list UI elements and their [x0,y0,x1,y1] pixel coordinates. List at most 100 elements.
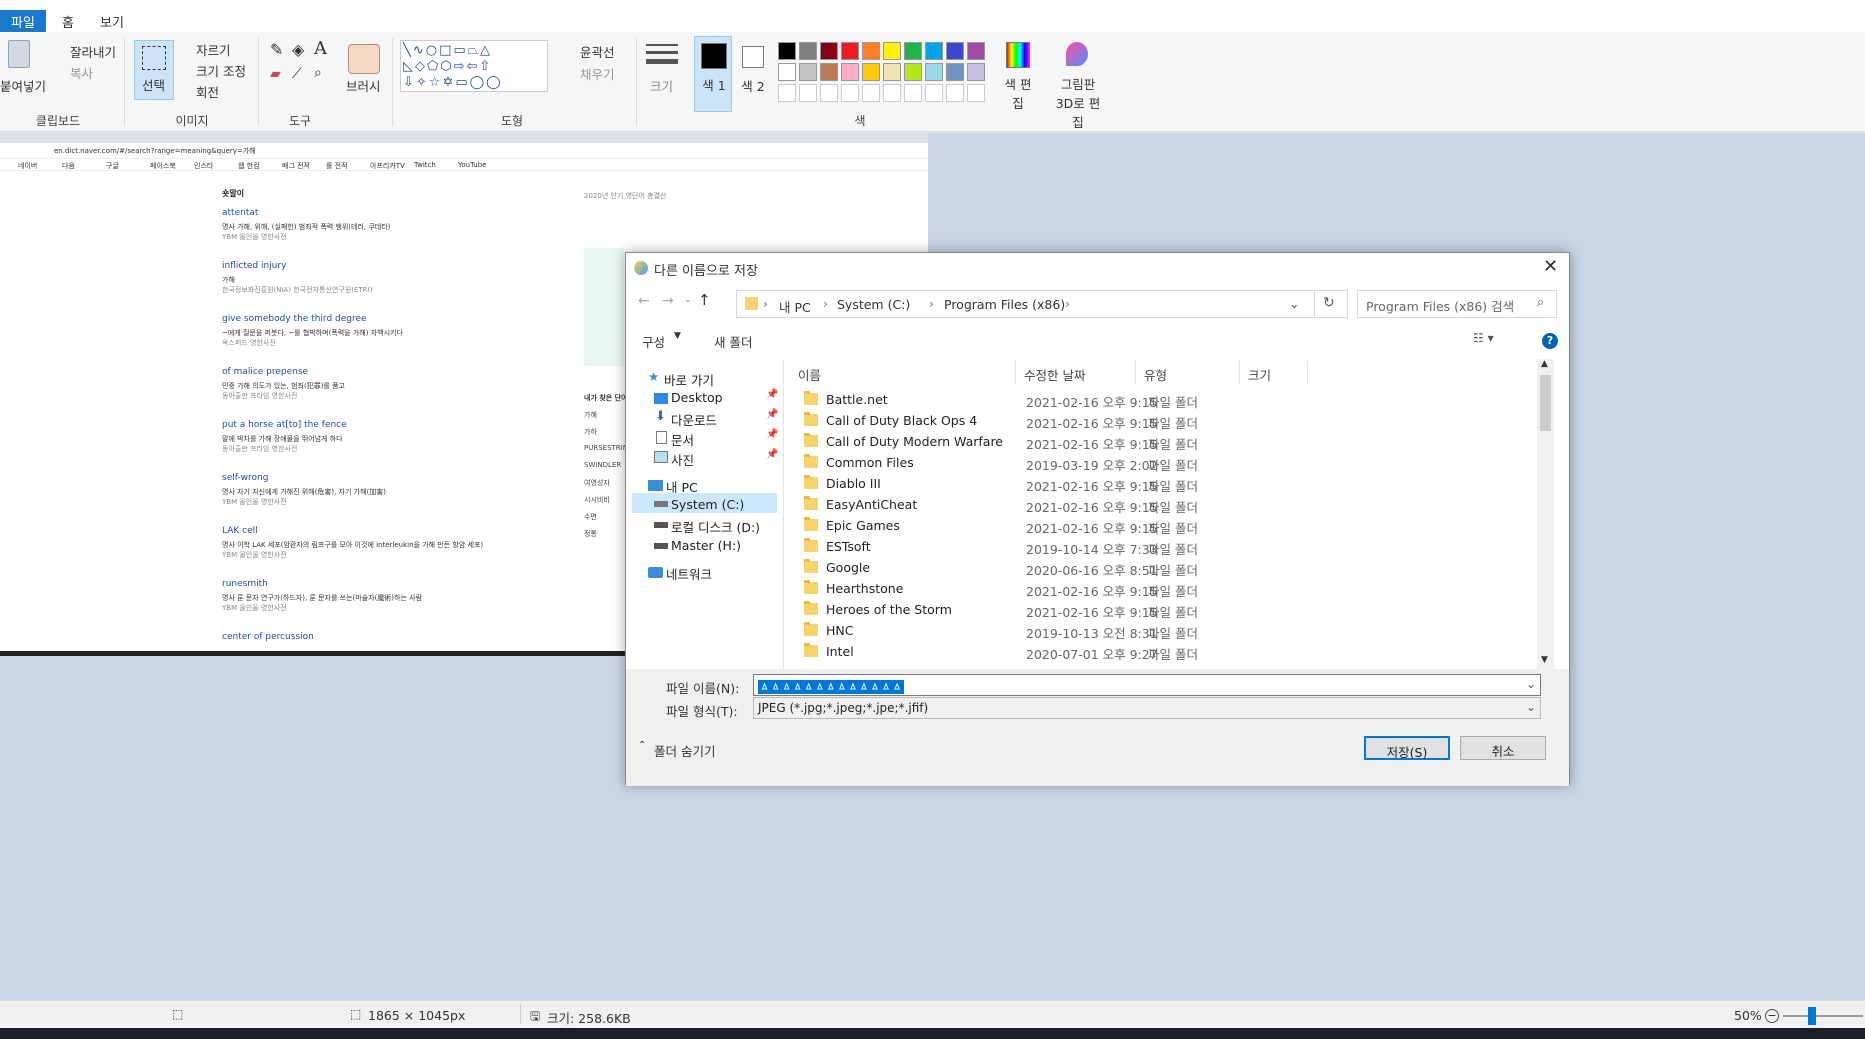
bookmark-item[interactable]: 웹 한컴 [238,161,260,171]
tab-file[interactable]: 파일 [0,10,46,32]
column-type[interactable]: 유형 [1144,361,1240,385]
dict-entry-word[interactable]: inflicted injury [222,261,286,271]
column-name[interactable]: 이름 [798,361,1016,385]
palette-swatch-empty[interactable] [799,84,817,102]
bookmark-item[interactable]: YouTube [458,161,486,169]
palette-swatch-empty[interactable] [820,84,838,102]
rotate-button[interactable]: 회전 [196,82,219,101]
resize-button[interactable]: 크기 조정 [196,61,246,80]
brush-icon[interactable] [348,44,380,74]
bookmark-item[interactable]: 롤 전적 [326,161,348,171]
cut-button[interactable]: 잘라내기 [70,42,116,61]
palette-swatch-empty[interactable] [778,84,796,102]
dict-entry-word[interactable]: LAK cell [222,526,258,536]
view-options-icon[interactable]: ☷ ▾ [1473,331,1494,345]
forward-arrow-icon[interactable]: → [662,293,674,309]
palette-swatch-empty[interactable] [967,84,985,102]
paste-button[interactable]: 붙여넣기 [0,76,46,95]
file-row[interactable]: Hearthstone 2021-02-16 오후 9:15 파일 폴더 [784,578,1554,599]
dict-side-word[interactable]: 가하 [584,427,597,437]
palette-swatch[interactable] [778,42,796,60]
save-button[interactable]: 저장(S) [1364,736,1450,760]
search-icon[interactable]: ⌕ [1537,295,1544,310]
palette-swatch-empty[interactable] [841,84,859,102]
eraser-icon[interactable]: ▰ [270,66,281,82]
nav-network[interactable]: 네트워크 [666,564,712,583]
dict-entry-word[interactable]: of malice prepense [222,367,308,377]
dict-side-word[interactable]: SWINDLER [584,461,621,469]
palette-swatch-empty[interactable] [925,84,943,102]
bookmark-item[interactable]: 구글 [106,161,119,171]
dict-side-word[interactable]: 시시비비 [584,495,610,505]
nav-downloads[interactable]: 다운로드 [671,410,717,429]
clipboard-icon[interactable] [8,40,30,68]
palette-swatch-empty[interactable] [904,84,922,102]
nav-documents[interactable]: 문서 [671,430,694,449]
fill-button[interactable]: 채우기 [580,64,615,83]
breadcrumb-program-files[interactable]: Program Files (x86) [944,297,1065,312]
palette-swatch[interactable] [820,63,838,81]
paint3d-button[interactable]: 그림판 3D로 편집 [1050,74,1106,131]
cancel-button[interactable]: 취소 [1460,736,1546,760]
palette-swatch-empty[interactable] [883,84,901,102]
bookmark-item[interactable]: 페이스북 [150,161,176,171]
text-tool-icon[interactable]: A [314,38,327,59]
palette-swatch[interactable] [946,42,964,60]
palette-swatch[interactable] [799,42,817,60]
bookmark-item[interactable]: 네이버 [18,161,37,171]
nav-master-h[interactable]: Master (H:) [671,538,741,553]
chevron-down-icon[interactable]: ⌄ [1526,677,1536,691]
dict-entry-word[interactable]: give somebody the third degree [222,314,367,324]
color2-swatch[interactable] [742,46,764,68]
close-icon[interactable]: ✕ [1543,256,1558,277]
file-row[interactable]: ESTsoft 2019-10-14 오후 7:33 파일 폴더 [784,536,1554,557]
color-picker-icon[interactable]: ⟋ [292,66,302,82]
outline-button[interactable]: 윤곽선 [580,42,615,61]
palette-swatch[interactable] [820,42,838,60]
palette-swatch[interactable] [967,63,985,81]
zoom-slider[interactable] [1783,1015,1863,1017]
breadcrumb-system-c[interactable]: System (C:) [837,297,910,312]
magnifier-icon[interactable]: ⌕ [314,65,322,81]
palette-swatch[interactable] [967,42,985,60]
dict-side-word[interactable]: 수면 [584,512,597,522]
scroll-up-icon[interactable]: ▲ [1541,359,1548,369]
palette-swatch[interactable] [883,63,901,81]
file-row[interactable]: Intel 2020-07-01 오후 9:27 파일 폴더 [784,641,1554,662]
bookmark-item[interactable]: 인스타 [194,161,213,171]
palette-swatch[interactable] [862,63,880,81]
file-row[interactable]: Epic Games 2021-02-16 오후 9:15 파일 폴더 [784,515,1554,536]
bookmark-item[interactable]: 배그 전적 [282,161,310,171]
filename-input[interactable]: ㅿㅿㅿㅿㅿㅿㅿㅿㅿㅿㅿㅿㅿ ⌄ [753,674,1541,696]
bookmark-item[interactable]: 아프리카TV [370,161,405,171]
dict-side-word[interactable]: 가해 [584,410,597,420]
paint3d-icon[interactable] [1066,42,1088,66]
column-date[interactable]: 수정한 날짜 [1024,361,1136,385]
size-lines-icon[interactable] [646,44,678,70]
dict-side-word[interactable]: 정통 [584,529,597,539]
breadcrumb-this-pc[interactable]: 내 PC [779,297,811,316]
search-input[interactable]: Program Files (x86) 검색 [1357,290,1557,318]
help-icon[interactable]: ? [1542,333,1558,349]
nav-desktop[interactable]: Desktop [671,390,723,405]
palette-swatch[interactable] [904,42,922,60]
file-row[interactable]: Heroes of the Storm 2021-02-16 오후 9:15 파일 … [784,599,1554,620]
dict-entry-word[interactable]: attentat [222,208,258,218]
select-button[interactable]: 선택 [134,40,174,100]
palette-swatch[interactable] [778,63,796,81]
file-row[interactable]: Call of Duty Black Ops 4 2021-02-16 오후 9:… [784,410,1554,431]
recent-chevron-icon[interactable]: ⌄ [684,295,692,305]
nav-pictures[interactable]: 사진 [671,450,694,469]
nav-local-d[interactable]: 로컬 디스크 (D:) [671,517,760,536]
tab-view[interactable]: 보기 [90,10,134,32]
organize-button[interactable]: 구성 [642,332,665,351]
dict-entry-word[interactable]: self-wrong [222,473,268,483]
hide-folders-button[interactable]: 폴더 숨기기 [654,741,715,760]
nav-quick-access[interactable]: 바로 가기 [664,370,714,389]
crop-button[interactable]: 자르기 [196,40,231,59]
palette-swatch[interactable] [883,42,901,60]
scroll-thumb[interactable] [1540,375,1551,431]
file-row[interactable]: EasyAntiCheat 2021-02-16 오후 9:15 파일 폴더 [784,494,1554,515]
palette-swatch[interactable] [862,42,880,60]
fill-bucket-icon[interactable]: ◈ [292,40,304,59]
